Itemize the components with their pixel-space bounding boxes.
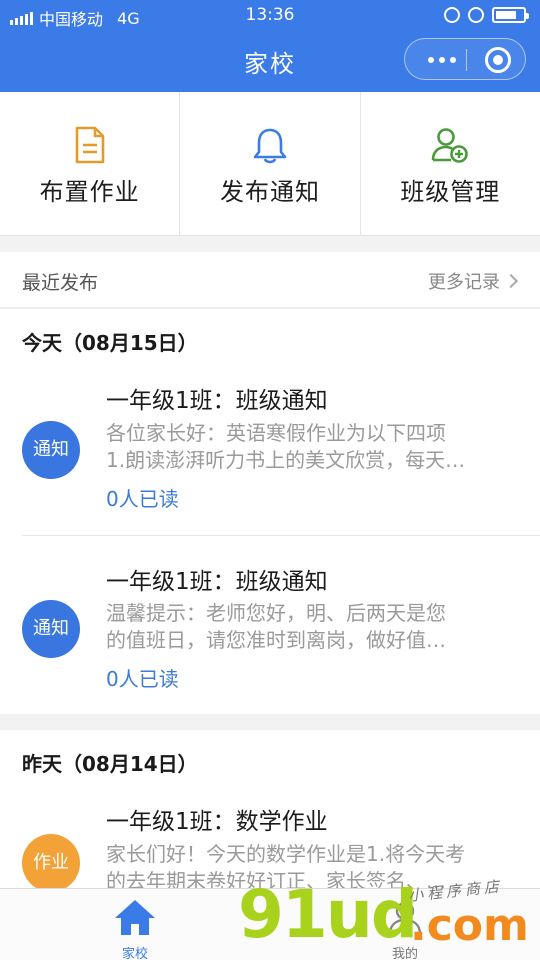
item-summary: 温馨提示：老师您好，明、后两天是您 的值班日，请您准时到离岗，做好值…	[106, 600, 518, 654]
recent-header: 最近发布 更多记录	[0, 252, 540, 308]
tab-home-label: 家校	[121, 947, 148, 960]
recent-title: 最近发布	[22, 272, 99, 294]
read-count: 0人已读	[106, 487, 179, 511]
tab-home[interactable]: 家校	[95, 897, 175, 960]
group-date: 今天（08月15日）	[22, 331, 198, 355]
watermark: 91ud 小程序商店 .com	[238, 876, 538, 960]
class-management-label: 班级管理	[400, 178, 501, 206]
item-divider	[22, 535, 540, 536]
user-add-icon	[432, 128, 469, 163]
group-yesterday: 昨天（08月14日） 作业 一年级1班：数学作业 家长们好！今天的数学作业是1.…	[0, 730, 540, 893]
document-icon	[75, 126, 104, 164]
item-title: 一年级1班：班级通知	[106, 569, 328, 595]
capsule-divider	[466, 49, 467, 71]
item-summary-line: 温馨提示：老师您好，明、后两天是您	[106, 601, 446, 625]
item-summary: 各位家长好：英语寒假作业为以下四项 1.朗读澎湃听力书上的美文欣赏，每天…	[106, 420, 518, 474]
publish-notice-label: 发布通知	[219, 178, 320, 206]
item-title: 一年级1班：班级通知	[106, 388, 328, 414]
rotation-lock-icon	[444, 7, 460, 23]
item-summary-line: 各位家长好：英语寒假作业为以下四项	[106, 421, 446, 445]
list-item[interactable]: 通知 一年级1班：班级通知 各位家长好：英语寒假作业为以下四项 1.朗读澎湃听力…	[0, 369, 540, 534]
more-records-label: 更多记录	[428, 272, 500, 293]
group-today: 今天（08月15日） 通知 一年级1班：班级通知 各位家长好：英语寒假作业为以下…	[0, 309, 540, 714]
assign-homework-button[interactable]: 布置作业	[0, 92, 181, 235]
item-summary-line: 家长们好！今天的数学作业是1.将今天考	[106, 842, 466, 866]
bell-icon	[253, 128, 287, 164]
quick-actions: 布置作业 发布通知 班级管理	[0, 92, 540, 236]
list-item[interactable]: 通知 一年级1班：班级通知 温馨提示：老师您好，明、后两天是您 的值班日，请您准…	[0, 550, 540, 715]
status-right	[444, 7, 529, 23]
item-summary-line: 的值班日，请您准时到离岗，做好值…	[106, 628, 446, 652]
item-title: 一年级1班：数学作业	[106, 809, 328, 835]
home-icon	[115, 900, 155, 935]
nav-bar: 家校	[0, 32, 540, 92]
status-bar: 中国移动 4G 13:36	[0, 0, 540, 32]
assign-homework-label: 布置作业	[39, 178, 140, 206]
chevron-right-icon	[503, 273, 519, 289]
battery-icon	[492, 7, 529, 23]
more-records-link[interactable]: 更多记录	[428, 268, 519, 294]
more-menu-button[interactable]	[419, 39, 465, 81]
watermark-brand: 91ud	[238, 876, 418, 953]
alarm-icon	[468, 7, 484, 23]
publish-notice-button[interactable]: 发布通知	[180, 92, 361, 235]
read-count: 0人已读	[106, 667, 179, 691]
notice-badge: 通知	[22, 421, 80, 479]
notice-badge: 通知	[22, 600, 80, 658]
group-date: 昨天（08月14日）	[22, 752, 198, 776]
close-miniprogram-button[interactable]	[485, 47, 511, 73]
item-summary-line: 1.朗读澎湃听力书上的美文欣赏，每天…	[106, 448, 466, 472]
miniprogram-capsule	[404, 38, 526, 80]
homework-badge: 作业	[22, 834, 80, 892]
list-item[interactable]: 作业 一年级1班：数学作业 家长们好！今天的数学作业是1.将今天考 的去年期末卷…	[0, 790, 540, 893]
watermark-domain: .com	[410, 900, 529, 951]
class-management-button[interactable]: 班级管理	[361, 92, 540, 235]
